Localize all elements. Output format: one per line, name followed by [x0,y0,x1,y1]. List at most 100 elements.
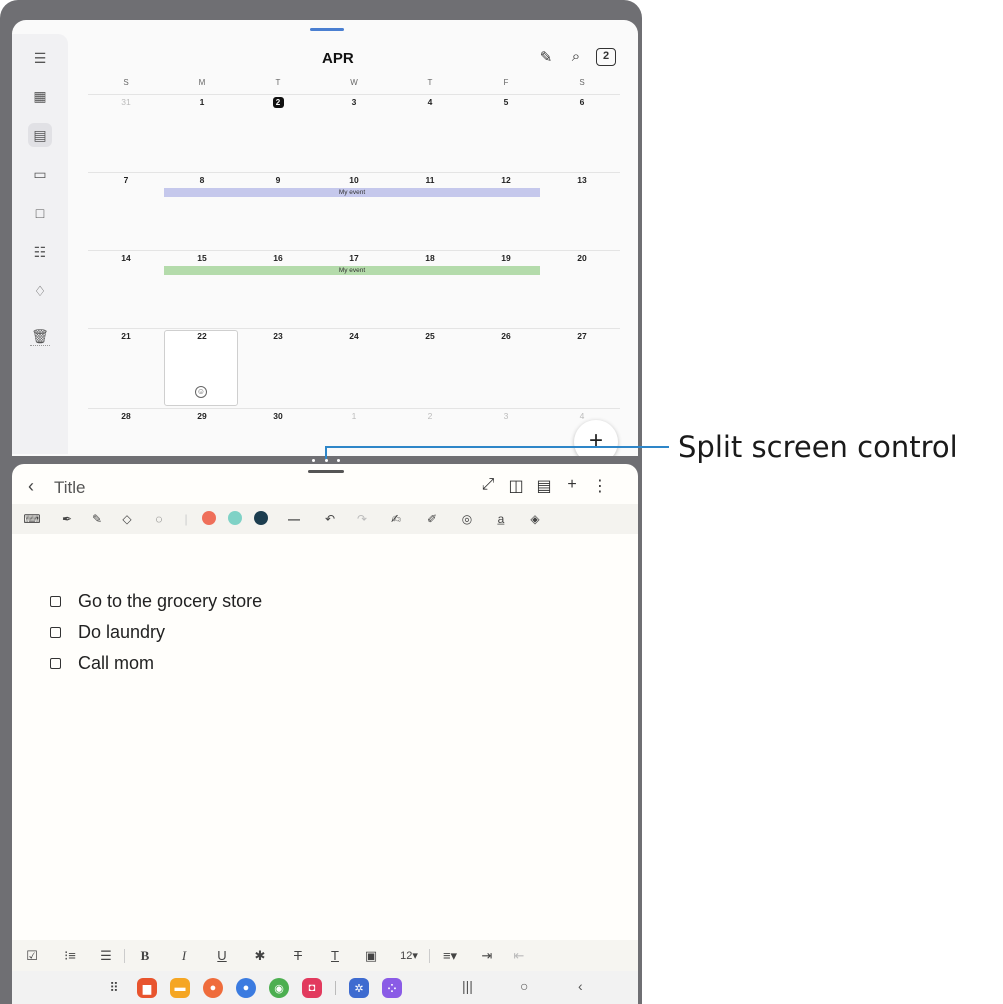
italic-icon[interactable]: I [165,948,203,964]
color-swatch[interactable] [248,510,274,528]
home-button[interactable]: ○ [520,978,528,994]
day-cell[interactable]: 1 [164,97,240,107]
event-bar[interactable]: My event [164,188,540,197]
menu-icon[interactable]: ☰ [28,46,52,70]
text-highlight-icon[interactable]: T [317,948,353,963]
checkbox[interactable] [50,627,61,638]
bold-icon[interactable]: B [125,948,165,964]
title-field[interactable]: Title [54,478,86,498]
checkbox[interactable] [50,658,61,669]
keyboard-icon[interactable]: ⌨ [12,512,52,526]
underline-icon[interactable]: U [203,948,241,963]
day-cell[interactable]: 5 [468,97,544,107]
day-cell[interactable]: 16 [240,253,316,263]
text-box-icon[interactable]: ▣ [353,948,389,964]
handwriting-icon[interactable]: ✐ [414,512,450,526]
day-cell[interactable]: 26 [468,331,544,341]
reminder-icon[interactable]: ♢ [28,279,52,303]
day-cell[interactable]: 22 [164,331,240,341]
day-cell[interactable]: 23 [240,331,316,341]
numbered-list-icon[interactable]: ⁝≡ [52,948,88,964]
checklist-item-text[interactable]: Do laundry [78,622,165,643]
day-cell[interactable]: 11 [392,175,468,185]
checklist-item-text[interactable]: Call mom [78,653,154,674]
day-cell[interactable]: 10 [316,175,392,185]
color-swatch[interactable] [196,510,222,528]
text-convert-icon[interactable]: a̲ [484,512,518,526]
window-handle-top[interactable] [310,28,344,31]
outdent-icon[interactable]: ⇤ [504,948,534,964]
day-cell-today[interactable]: 2 [240,97,316,108]
back-button[interactable]: ‹ [578,978,583,994]
expand-icon[interactable]: ⤢ [480,476,496,496]
strikethrough-icon[interactable]: T [279,948,317,963]
checklist-item[interactable]: Go to the grocery store [50,586,262,617]
settings-icon[interactable]: ✲ [349,978,369,998]
day-cell[interactable]: 13 [544,175,620,185]
messages-icon[interactable]: ● [236,978,256,998]
highlighter-icon[interactable]: ✎ [82,512,112,526]
font-size-selector[interactable]: 12▾ [389,949,429,962]
day-cell[interactable]: 21 [88,331,164,341]
day-cell[interactable]: 29 [164,411,240,421]
day-cell[interactable]: 20 [544,253,620,263]
eraser-icon[interactable]: ◇ [112,512,142,526]
day-cell[interactable]: 25 [392,331,468,341]
day-cell[interactable]: 28 [88,411,164,421]
my-files-icon[interactable]: ▬ [170,978,190,998]
pages-icon[interactable]: ▤ [536,476,552,496]
day-cell[interactable]: 19 [468,253,544,263]
year-view-icon[interactable]: ▦ [28,84,52,108]
event-bar[interactable]: My event [164,266,540,275]
day-view-icon[interactable]: □ [28,201,52,225]
contacts-icon[interactable]: ● [203,978,223,998]
recents-button[interactable]: ||| [462,978,473,994]
day-cell[interactable]: 14 [88,253,164,263]
day-cell[interactable]: 30 [240,411,316,421]
day-cell[interactable]: 4 [392,97,468,107]
day-cell[interactable]: 7 [88,175,164,185]
day-cell[interactable]: 1 [316,411,392,421]
align-icon[interactable]: ≡▾ [430,948,470,964]
day-cell[interactable]: 6 [544,97,620,107]
day-cell[interactable]: 3 [468,411,544,421]
month-title[interactable]: APR [322,50,354,67]
back-icon[interactable]: ‹ [28,476,34,497]
edit-icon[interactable]: ✎ [536,48,556,66]
checkbox-list-icon[interactable]: ☑ [12,948,52,964]
day-cell[interactable]: 9 [240,175,316,185]
screen-recorder-icon[interactable]: ◘ [302,978,322,998]
pen-icon[interactable]: ✒ [52,512,82,526]
book-icon[interactable]: ◫ [508,476,524,496]
indent-icon[interactable]: ⇥ [470,948,504,964]
undo-icon[interactable]: ↶ [314,512,346,526]
color-swatch[interactable] [222,510,248,528]
day-cell[interactable]: 2 [392,411,468,421]
day-cell[interactable]: 3 [316,97,392,107]
more-options-icon[interactable]: ⋮ [592,476,608,496]
app-icon[interactable]: ▆ [137,978,157,998]
stroke-width-icon[interactable]: — [274,512,314,526]
window-handle-bottom[interactable] [308,470,344,473]
day-cell[interactable]: 15 [164,253,240,263]
add-page-icon[interactable]: + [564,476,580,496]
bullet-list-icon[interactable]: ☰ [88,948,124,964]
month-view-icon[interactable]: ▤ [28,123,52,147]
day-cell[interactable]: 27 [544,331,620,341]
text-color-icon[interactable]: ✱ [241,948,279,964]
app-drawer-icon[interactable]: ⠿ [104,980,124,996]
day-cell[interactable]: 18 [392,253,468,263]
search-icon[interactable]: ⌕ [566,48,586,66]
day-cell[interactable]: 8 [164,175,240,185]
chrome-icon[interactable]: ◉ [269,978,289,998]
checklist-item-text[interactable]: Go to the grocery store [78,591,262,612]
trash-icon[interactable]: 🗑 [28,324,52,348]
fingerprint-icon[interactable]: ◎ [450,512,484,526]
day-cell[interactable]: 12 [468,175,544,185]
day-cell[interactable]: 31 [88,97,164,107]
day-cell[interactable]: 24 [316,331,392,341]
checklist-item[interactable]: Do laundry [50,617,262,648]
add-event-button[interactable]: + [574,420,618,456]
fill-icon[interactable]: ◈ [518,512,552,526]
lasso-icon[interactable]: ◌ [142,512,176,526]
